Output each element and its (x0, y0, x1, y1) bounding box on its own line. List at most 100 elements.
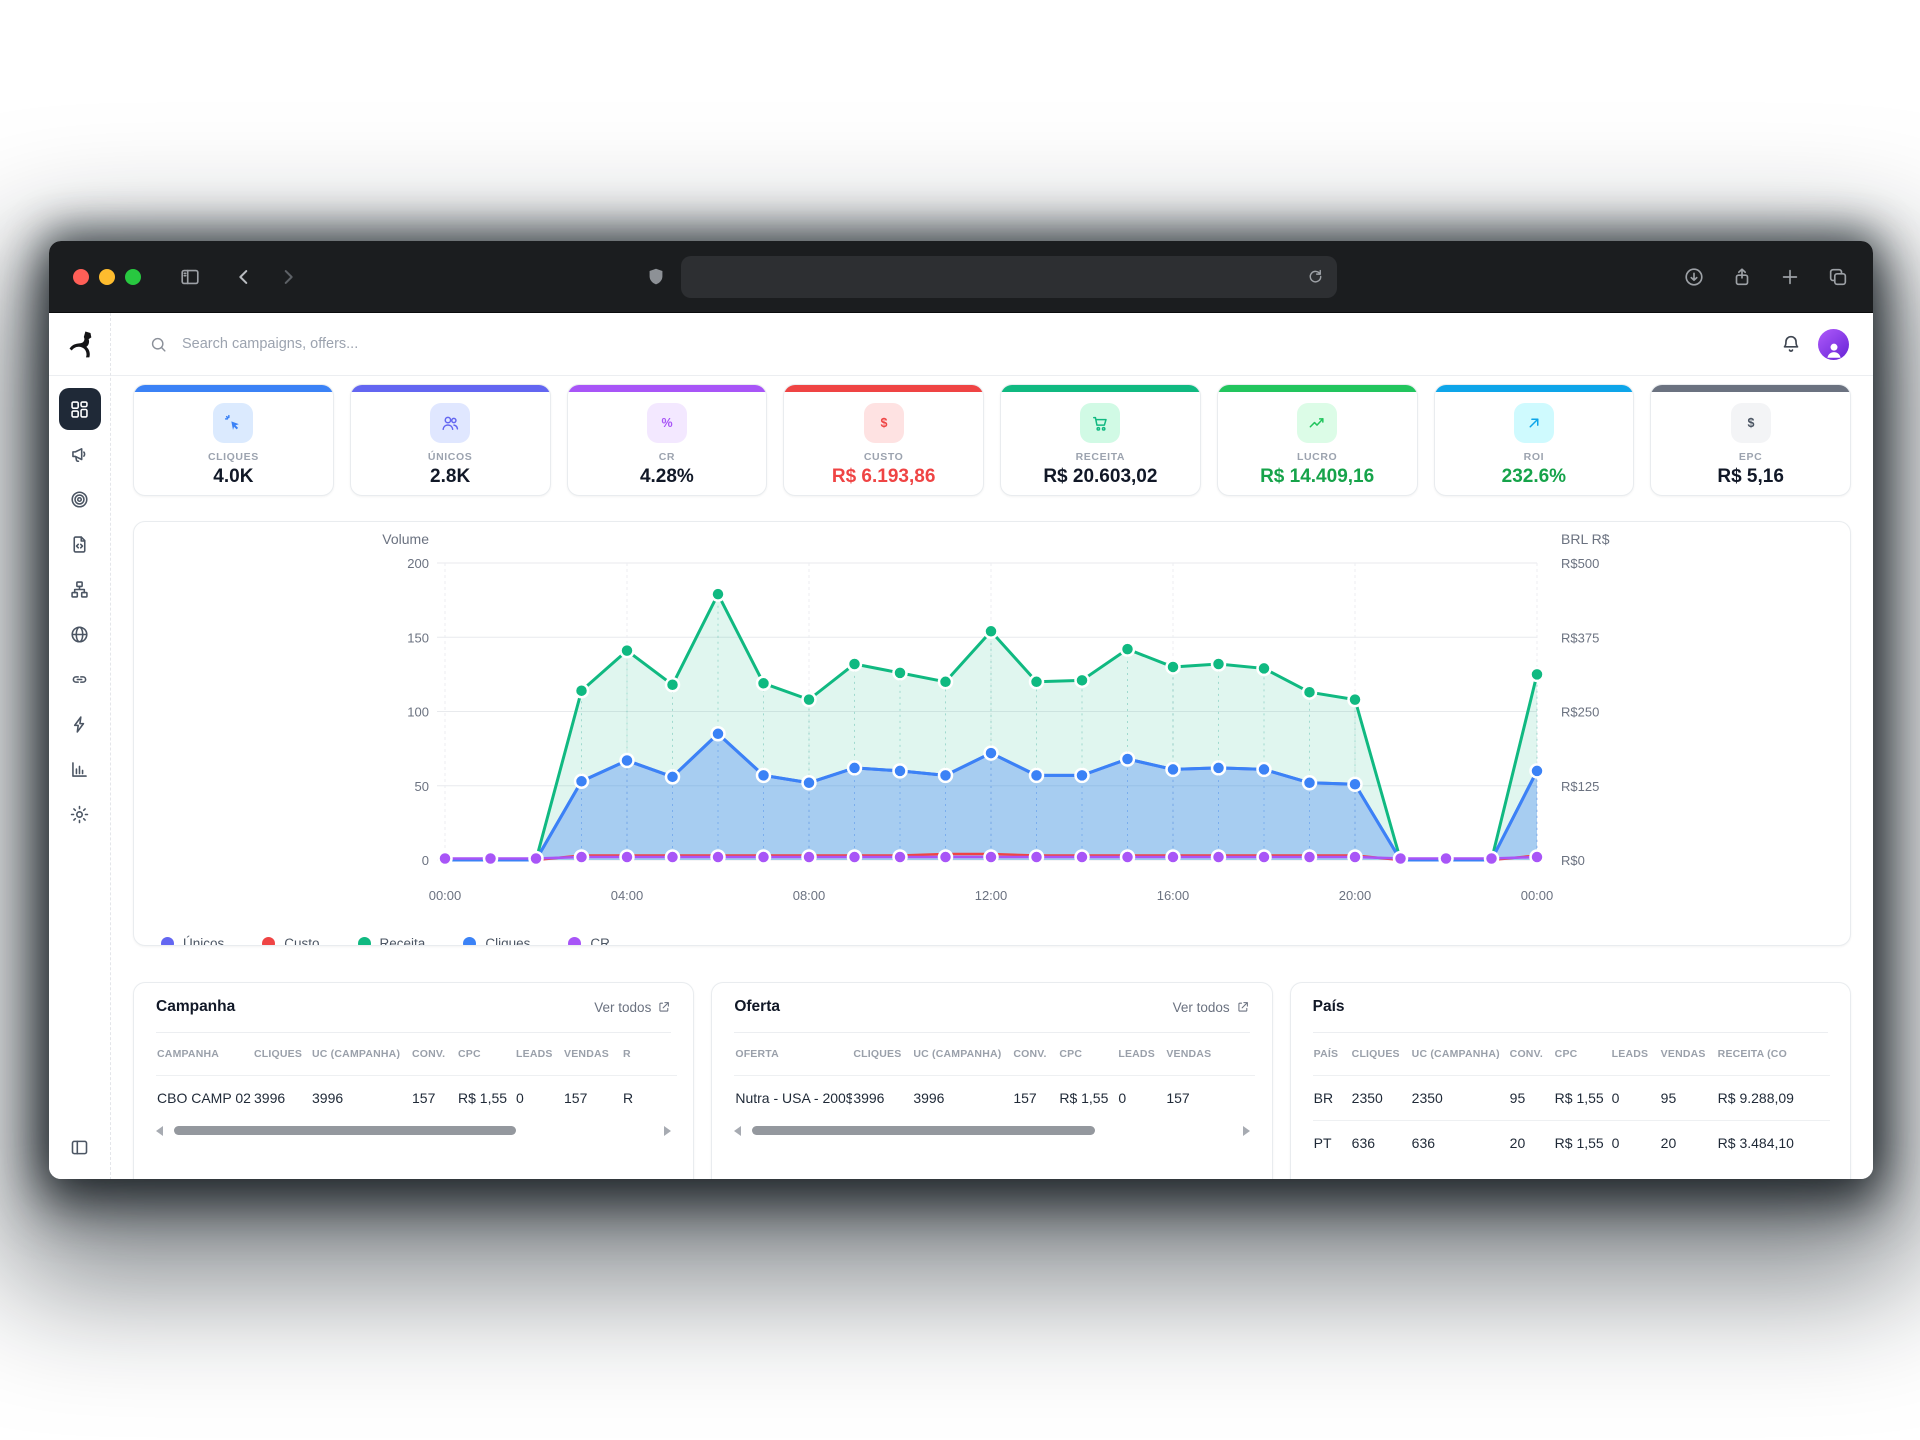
bar-chart-icon (69, 759, 90, 780)
scrollbar-thumb[interactable] (752, 1126, 1095, 1135)
forward-icon[interactable] (277, 266, 299, 288)
kpi-card-receita: RECEITAR$ 20.603,02 (1000, 384, 1201, 496)
downloads-icon[interactable] (1683, 266, 1705, 288)
kpi-card-roi: ROI232.6% (1434, 384, 1635, 496)
legend-item-cr[interactable]: CR (568, 936, 610, 946)
legend-item-custo[interactable]: Custo (262, 936, 319, 946)
horizontal-scrollbar[interactable] (734, 1122, 1249, 1140)
sidebar-item-gear[interactable] (59, 793, 101, 835)
kpi-value: 4.28% (640, 466, 694, 488)
back-icon[interactable] (233, 266, 255, 288)
data-table: PAÍSCLIQUESUC (CAMPANHA)CONV.CPCLEADSVEN… (1313, 1033, 1830, 1165)
search-input[interactable] (180, 335, 504, 353)
scrollbar-track[interactable] (747, 1126, 1236, 1135)
close-window-button[interactable] (73, 269, 89, 285)
kpi-label: CR (659, 451, 675, 463)
chart-card: 0R$050R$125100R$250150R$375200R$500Volum… (133, 521, 1851, 946)
legend-swatch (568, 937, 581, 946)
column-header: UC (CAMPANHA) (912, 1033, 1012, 1076)
scroll-left-arrow[interactable] (156, 1126, 163, 1136)
kpi-accent-bar (134, 385, 333, 392)
ver-todos-label: Ver todos (594, 1000, 651, 1015)
dog-icon (63, 327, 97, 361)
browser-toolbar (49, 241, 1873, 313)
zoom-window-button[interactable] (125, 269, 141, 285)
column-header: CONV. (1012, 1033, 1058, 1076)
kpi-label: LUCRO (1297, 451, 1337, 463)
sidebar-item-bar-chart[interactable] (59, 748, 101, 790)
share-icon[interactable] (1731, 266, 1753, 288)
privacy-shield-icon[interactable] (645, 266, 667, 288)
svg-text:%: % (661, 416, 672, 430)
sidebar-toggle-icon[interactable] (179, 266, 201, 288)
table-cell: CBO CAMP 02 (156, 1075, 253, 1120)
avatar[interactable] (1818, 329, 1849, 360)
legend-item-receita[interactable]: Receita (358, 936, 426, 946)
table-cell: R$ 9.288,09 (1717, 1075, 1830, 1120)
reload-icon[interactable] (1306, 267, 1325, 286)
tab-overview-icon[interactable] (1827, 266, 1849, 288)
column-header: CPC (1058, 1033, 1117, 1076)
volume-chart: 0R$050R$125100R$250150R$375200R$500Volum… (134, 522, 1851, 922)
app-sidebar (49, 313, 111, 1179)
column-header: CAMPANHA (156, 1033, 253, 1076)
data-table: CAMPANHACLIQUESUC (CAMPANHA)CONV.CPCLEAD… (156, 1033, 677, 1120)
sidebar-item-lightning[interactable] (59, 703, 101, 745)
svg-text:12:00: 12:00 (975, 888, 1008, 903)
desktop: CLIQUES4.0KÚNICOS2.8K%CR4.28%$CUSTOR$ 6.… (0, 0, 1920, 1440)
dashboard-grid-icon (69, 399, 90, 420)
sidebar-item-panel[interactable] (59, 1126, 101, 1168)
table-cell: R$ 3.484,10 (1717, 1120, 1830, 1165)
table-card-header: OfertaVer todos (734, 983, 1249, 1033)
kpi-accent-bar (351, 385, 550, 392)
scroll-left-arrow[interactable] (734, 1126, 741, 1136)
new-tab-icon[interactable] (1779, 266, 1801, 288)
svg-text:R$0: R$0 (1561, 853, 1585, 868)
table-card-header: CampanhaVer todos (156, 983, 671, 1033)
address-bar[interactable] (681, 256, 1337, 298)
column-header: R (622, 1033, 677, 1076)
svg-text:00:00: 00:00 (429, 888, 462, 903)
sidebar-item-file-code[interactable] (59, 523, 101, 565)
legend-label: Custo (284, 936, 319, 946)
table-cell: BR (1313, 1075, 1351, 1120)
horizontal-scrollbar[interactable] (156, 1122, 671, 1140)
kpi-card-cr: % CR 4.28% (567, 384, 768, 496)
legend-label: CR (590, 936, 610, 946)
app-logo[interactable] (49, 313, 110, 376)
table-cell: 0 (1611, 1075, 1660, 1120)
bell-icon[interactable] (1780, 333, 1802, 355)
scroll-right-arrow[interactable] (664, 1126, 671, 1136)
svg-text:08:00: 08:00 (793, 888, 826, 903)
cursor-click-icon (223, 413, 243, 433)
panel-icon (69, 1137, 90, 1158)
ver-todos-link[interactable]: Ver todos (1173, 1000, 1250, 1015)
legend-item-unicos[interactable]: Únicos (161, 936, 224, 946)
kpi-label: RECEITA (1076, 451, 1126, 463)
scrollbar-track[interactable] (169, 1126, 658, 1135)
legend-item-cliques[interactable]: Cliques (463, 936, 530, 946)
minimize-window-button[interactable] (99, 269, 115, 285)
sidebar-item-sitemap[interactable] (59, 568, 101, 610)
percent-icon: % (657, 413, 677, 433)
sidebar-item-megaphone[interactable] (59, 433, 101, 475)
column-header: RECEITA (CO (1717, 1033, 1830, 1076)
sidebar-item-dashboard-grid[interactable] (59, 388, 101, 430)
legend-swatch (463, 937, 476, 946)
sidebar-item-link[interactable] (59, 658, 101, 700)
kpi-icon-badge (1297, 403, 1337, 443)
kpi-value: R$ 5,16 (1717, 466, 1784, 488)
kpi-accent-bar (568, 385, 767, 392)
table-cell: 157 (1012, 1075, 1058, 1120)
scroll-right-arrow[interactable] (1243, 1126, 1250, 1136)
traffic-lights (73, 269, 141, 285)
kpi-value: 4.0K (213, 466, 253, 488)
table-card-oferta: OfertaVer todosOFERTACLIQUESUC (CAMPANHA… (711, 982, 1272, 1179)
legend-label: Receita (380, 936, 426, 946)
ver-todos-link[interactable]: Ver todos (594, 1000, 671, 1015)
scrollbar-thumb[interactable] (174, 1126, 517, 1135)
sidebar-item-globe[interactable] (59, 613, 101, 655)
browser-window: CLIQUES4.0KÚNICOS2.8K%CR4.28%$CUSTOR$ 6.… (49, 241, 1873, 1179)
sidebar-item-target[interactable] (59, 478, 101, 520)
kpi-accent-bar (1651, 385, 1850, 392)
